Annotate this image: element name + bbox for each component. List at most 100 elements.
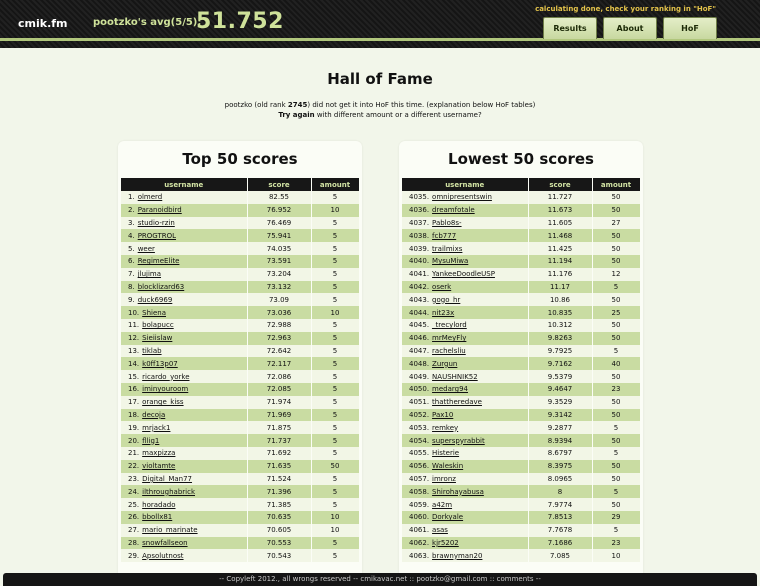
rank-number: 4036. [409,206,430,215]
username-link[interactable]: Histerie [432,449,459,457]
username-link[interactable]: jlujima [138,270,161,278]
table-row: 4035. omnipresentswin 11.727 50 [402,191,641,204]
page-title: Hall of Fame [327,70,433,88]
username-link[interactable]: ricardo_yorke [142,373,189,381]
username-cell: 3. studio-rzin [121,216,248,230]
top-scores-title: Top 50 scores [182,150,298,168]
score-cell: 10.312 [528,318,593,332]
username-link[interactable]: nit23x [432,309,454,317]
username-link[interactable]: omnipresentswin [432,193,492,201]
rank-number: 21. [128,449,140,458]
username-cell: 18. decoja [121,408,248,422]
username-link[interactable]: rachelsliu [432,347,466,355]
tab-about[interactable]: About [603,17,657,39]
username-link[interactable]: Sieiislaw [142,334,172,342]
score-cell: 76.952 [247,203,312,217]
username-link[interactable]: k0ff13p07 [142,360,178,368]
username-link[interactable]: violtamte [142,462,175,470]
username-link[interactable]: Pablo8s- [432,219,462,227]
rank-number: 11. [128,321,140,330]
username-link[interactable]: Waleskin [432,462,463,470]
username-link[interactable]: maxpizza [142,449,175,457]
username-link[interactable]: weer [138,245,155,253]
username-link[interactable]: Apsolutnost [142,552,183,560]
username-cell: 15. ricardo_yorke [121,370,248,383]
username-cell: 5. weer [121,242,248,255]
username-link[interactable]: Digital_Man77 [142,475,192,483]
username-link[interactable]: kjr5202 [432,539,459,547]
username-link[interactable]: blocklizard63 [138,283,185,291]
username-link[interactable]: mrMeyFly [432,334,466,342]
try-again-link[interactable]: Try again [278,111,314,119]
username-link[interactable]: superspyrabbit [432,437,485,445]
username-link[interactable]: MysuMiwa [432,257,468,265]
username-link[interactable]: NAUSHNIK52 [432,373,478,381]
score-cell: 74.035 [247,242,312,255]
score-cell: 73.09 [247,293,312,307]
username-link[interactable]: Shiena [142,309,166,317]
username-link[interactable]: gogo_hr [432,296,460,304]
username-link[interactable]: oserk [432,283,451,291]
score-cell: 70.605 [247,523,312,537]
amount-cell: 5 [311,344,360,358]
username-link[interactable]: RegimeElite [138,257,180,265]
username-cell: 4053. remkey [402,421,529,435]
username-cell: 4037. Pablo8s- [402,216,529,230]
username-cell: 9. duck6969 [121,293,248,307]
table-row: 28. snowfallseon 70.553 5 [121,536,360,550]
username-link[interactable]: dreamfotale [432,206,475,214]
rank-number: 25. [128,500,140,509]
username-link[interactable]: PROGTROL [138,232,176,240]
amount-cell: 5 [311,485,360,499]
username-link[interactable]: mario_marinate [142,526,197,534]
table-row: 20. fllig1 71.737 5 [121,434,360,447]
username-cell: 12. Sieiislaw [121,331,248,345]
tab-hof[interactable]: HoF [663,17,717,39]
username-link[interactable]: thattheredave [432,398,482,406]
table-row: 21. maxpizza 71.692 5 [121,446,360,460]
top-bar: cmik.fm pootzko's avg(5/5): 51.752 calcu… [0,0,760,48]
score-cell: 11.673 [528,203,593,217]
username-link[interactable]: studio-rzin [138,219,175,227]
username-link[interactable]: _trecylord [432,321,467,329]
username-link[interactable]: Zurgun [432,360,457,368]
username-link[interactable]: fcb777 [432,232,456,240]
table-row: 9. duck6969 73.09 5 [121,293,360,307]
username-link[interactable]: asas [432,526,448,534]
username-link[interactable]: snowfallseon [142,539,187,547]
score-cell: 72.988 [247,318,312,332]
username-link[interactable]: mrjack1 [142,424,170,432]
username-link[interactable]: tiklab [142,347,161,355]
username-link[interactable]: bolapucc [142,321,174,329]
username-link[interactable]: brawnyman20 [432,552,482,560]
table-row: 4047. rachelsliu 9.7925 5 [402,344,641,358]
try-again-line: Try again with different amount or a dif… [0,111,760,119]
rank-number: 4039. [409,244,430,253]
username-link[interactable]: remkey [432,424,458,432]
username-link[interactable]: Pax10 [432,411,453,419]
tab-results[interactable]: Results [543,17,597,39]
username-link[interactable]: bbollx81 [142,513,172,521]
username-link[interactable]: horadado [142,501,175,509]
username-link[interactable]: a42m [432,501,452,509]
rank-number: 4046. [409,334,430,343]
username-link[interactable]: duck6969 [138,296,173,304]
username-link[interactable]: medarg94 [432,385,468,393]
table-row: 10. Shiena 73.036 10 [121,306,360,319]
username-link[interactable]: Shirohayabusa [432,488,484,496]
username-link[interactable]: trailmixs [432,245,462,253]
username-cell: 4049. NAUSHNIK52 [402,370,529,383]
username-link[interactable]: YankeeDoodleUSP [432,270,495,278]
rank-number: 13. [128,346,140,355]
username-link[interactable]: imronz [432,475,456,483]
username-link[interactable]: olmerd [138,193,163,201]
score-cell: 73.132 [247,280,312,294]
username-link[interactable]: iminyouroom [142,385,188,393]
username-link[interactable]: ilthroughabrick [142,488,195,496]
username-link[interactable]: decoja [142,411,165,419]
site-logo[interactable]: cmik.fm [18,17,68,30]
username-link[interactable]: Dorkyale [432,513,463,521]
username-link[interactable]: Paranoidbird [138,206,182,214]
username-link[interactable]: fllig1 [142,437,159,445]
username-link[interactable]: orange_kiss [142,398,183,406]
